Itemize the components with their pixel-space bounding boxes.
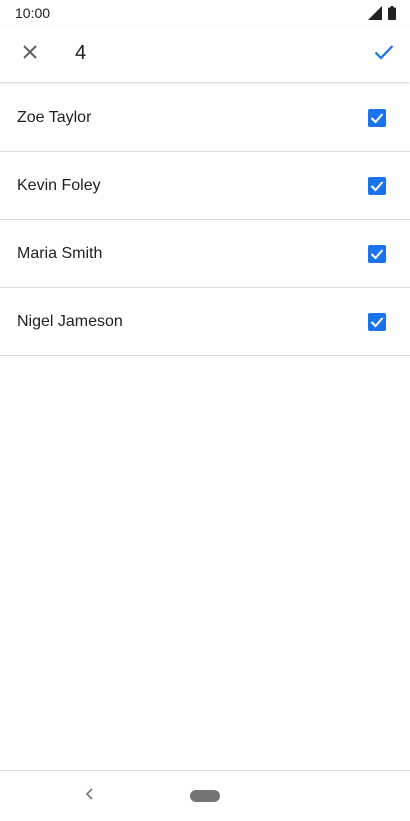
list-item[interactable]: Kevin Foley [0,152,410,220]
confirm-button[interactable] [364,34,404,74]
back-button[interactable] [80,785,100,807]
contact-name: Maria Smith [17,244,103,262]
checkmark-icon [370,180,384,191]
back-chevron-icon [85,787,95,806]
battery-icon [388,6,396,20]
checkmark-icon [370,316,384,327]
list-item[interactable]: Nigel Jameson [0,288,410,356]
check-icon [374,44,394,65]
checkmark-icon [370,248,384,259]
status-bar: 10:00 [0,0,410,26]
contact-name: Zoe Taylor [17,108,92,126]
signal-icon [368,6,382,20]
checkbox[interactable] [368,244,386,263]
checkbox[interactable] [368,176,386,195]
list-item[interactable]: Maria Smith [0,220,410,288]
contact-name: Kevin Foley [17,176,101,194]
close-button[interactable] [10,34,50,74]
status-time: 10:00 [15,5,51,21]
checkbox[interactable] [368,108,386,127]
checkbox[interactable] [368,312,386,331]
navigation-bar [0,770,410,821]
contact-list: Zoe Taylor Kevin Foley Maria Smith Nigel… [0,84,410,356]
list-item[interactable]: Zoe Taylor [0,84,410,152]
selected-count: 4 [75,42,87,64]
checkmark-icon [370,112,384,123]
contact-name: Nigel Jameson [17,312,123,330]
app-bar: 4 [0,26,410,82]
close-icon [22,44,38,65]
home-button[interactable] [190,790,220,802]
status-icons [368,6,396,20]
